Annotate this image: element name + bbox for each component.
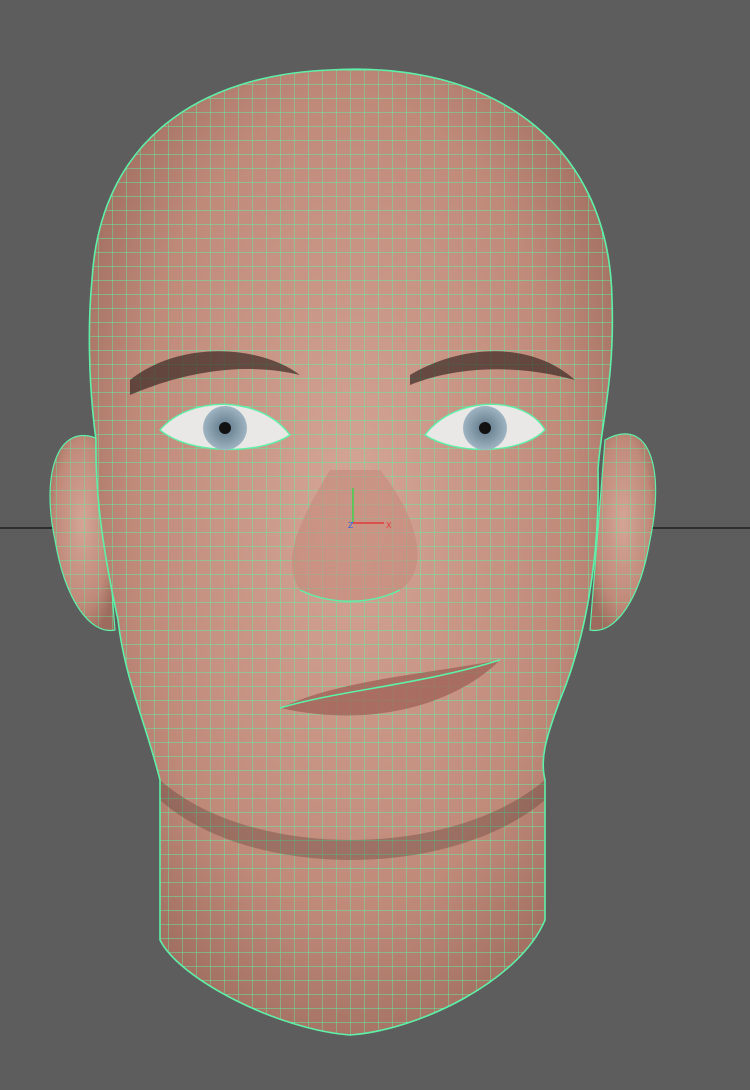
viewport-canvas[interactable]: Z X	[0, 0, 750, 1090]
right-ear	[589, 433, 657, 632]
x-axis-label: X	[386, 521, 392, 530]
3d-viewport[interactable]: Z X	[0, 0, 750, 1090]
z-axis-label: Z	[348, 521, 354, 530]
head-mesh[interactable]	[80, 60, 640, 1050]
